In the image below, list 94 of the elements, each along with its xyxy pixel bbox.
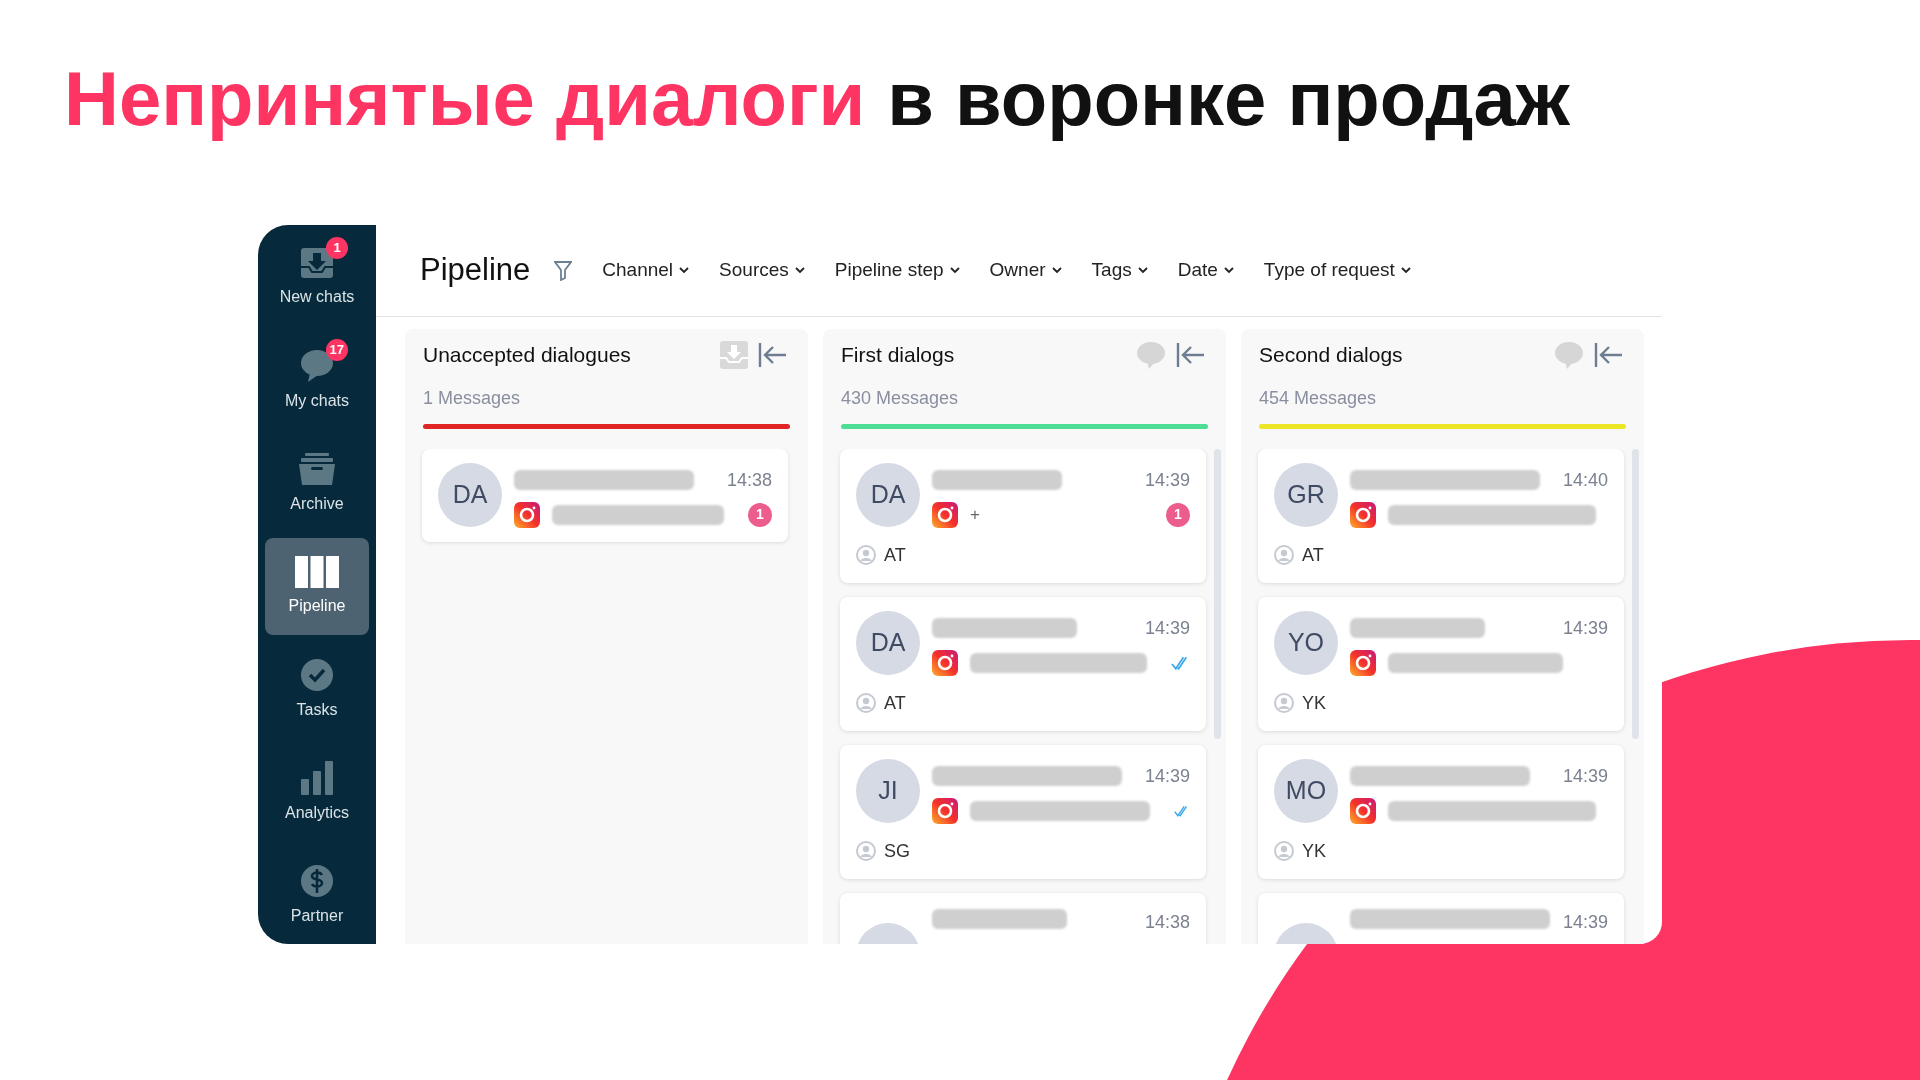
message-count: 1 Messages xyxy=(422,386,522,410)
unread-badge: 1 xyxy=(748,502,772,527)
unread-badge: 1 xyxy=(1166,502,1190,527)
dialog-card[interactable]: 14:39 xyxy=(1258,892,1624,944)
user-icon xyxy=(856,693,876,713)
message-time: 14:39 xyxy=(1144,764,1190,788)
sidebar-item[interactable]: 1 New chats xyxy=(265,229,369,326)
filter-dropdown[interactable]: Tags xyxy=(1091,256,1148,285)
dialog-card[interactable]: 14:38 xyxy=(840,892,1206,944)
filter-dropdown[interactable]: Pipeline step xyxy=(834,256,960,285)
chevron-down-icon xyxy=(679,267,690,274)
assignee-initials: YK xyxy=(1302,839,1326,863)
avatar: JI xyxy=(856,758,920,823)
avatar: YO xyxy=(1274,610,1338,675)
camera-app-icon xyxy=(1350,797,1376,824)
camera-app-icon xyxy=(932,501,958,528)
page-title: Pipeline xyxy=(420,251,531,290)
speech-bubble-icon[interactable] xyxy=(1136,340,1166,369)
sidebar-item[interactable]: Pipeline xyxy=(265,538,369,635)
filter-dropdown[interactable]: Sources xyxy=(719,256,805,285)
inbox-icon xyxy=(300,246,334,279)
avatar: DA xyxy=(856,462,920,527)
dialog-card[interactable]: DA 14:39 + 1 AT xyxy=(840,448,1206,583)
dialog-card[interactable]: DA 14:39 AT xyxy=(840,596,1206,731)
user-icon xyxy=(1274,693,1294,713)
message-time: 14:39 xyxy=(1562,910,1608,934)
chevron-down-icon xyxy=(1137,267,1148,274)
camera-app-icon xyxy=(932,797,958,824)
assignee-initials: YK xyxy=(1302,691,1326,715)
message-time: 14:40 xyxy=(1562,468,1608,492)
filter-dropdown[interactable]: Date xyxy=(1177,256,1234,285)
dialog-card[interactable]: JI 14:39 SG xyxy=(840,744,1206,879)
slide-headline: в воронке продаж xyxy=(887,55,1570,143)
archive-icon xyxy=(298,451,336,486)
avatar: DA xyxy=(856,610,920,675)
chevron-down-icon xyxy=(1400,267,1411,274)
sidebar-item[interactable]: 17 My chats xyxy=(265,332,369,429)
dialog-card[interactable]: GR 14:40 AT xyxy=(1258,448,1624,583)
collapse-left-icon[interactable] xyxy=(1176,341,1206,368)
chevron-down-icon xyxy=(949,267,960,274)
user-icon xyxy=(856,841,876,861)
check-circle-icon xyxy=(300,657,334,692)
inbox-icon[interactable] xyxy=(720,340,748,369)
sidebar-item[interactable]: Partner xyxy=(265,847,369,944)
collapse-left-icon[interactable] xyxy=(758,341,788,368)
assignee-initials: SG xyxy=(884,839,910,863)
message-time: 14:39 xyxy=(1562,616,1608,640)
message-time: 14:39 xyxy=(1144,616,1190,640)
count-badge: 17 xyxy=(325,338,348,361)
column-title: Second dialogs xyxy=(1259,342,1403,368)
column-title: First dialogs xyxy=(841,342,955,368)
avatar: DA xyxy=(438,462,502,527)
assignee-initials: AT xyxy=(884,543,906,567)
dollar-coin-icon xyxy=(300,863,334,898)
filter-dropdown[interactable]: Type of request xyxy=(1263,256,1411,285)
message-time: 14:39 xyxy=(1562,764,1608,788)
message-time: 14:39 xyxy=(1144,468,1190,492)
sidebar-item[interactable]: Archive xyxy=(265,435,369,532)
message-preview: + xyxy=(970,503,980,526)
filter-dropdown[interactable]: Channel xyxy=(602,256,690,285)
avatar: GR xyxy=(1274,462,1338,527)
collapse-left-icon[interactable] xyxy=(1594,341,1624,368)
camera-app-icon xyxy=(1350,649,1376,676)
assignee-initials: AT xyxy=(1302,543,1324,567)
bar-chart-icon xyxy=(301,760,333,795)
message-count: 454 Messages xyxy=(1258,386,1378,410)
user-icon xyxy=(1274,841,1294,861)
chevron-down-icon xyxy=(794,267,805,274)
slide-headline: Непринятые диалоги xyxy=(64,55,866,143)
scrollbar[interactable] xyxy=(1214,448,1221,739)
sidebar-item[interactable]: Analytics xyxy=(265,744,369,841)
sidebar-item[interactable]: Tasks xyxy=(265,641,369,738)
dialog-card[interactable]: YO 14:39 YK xyxy=(1258,596,1624,731)
dialog-card[interactable]: MO 14:39 YK xyxy=(1258,744,1624,879)
filter-dropdown[interactable]: Owner xyxy=(989,256,1062,285)
user-icon xyxy=(856,545,876,565)
speech-bubble-icon[interactable] xyxy=(1554,340,1584,369)
dialog-card[interactable]: DA 14:38 1 xyxy=(422,448,788,542)
chevron-down-icon xyxy=(1223,267,1234,274)
message-count: 430 Messages xyxy=(840,386,960,410)
message-time: 14:38 xyxy=(1144,910,1190,934)
avatar: MO xyxy=(1274,758,1338,823)
filter-icon[interactable] xyxy=(554,260,573,281)
scrollbar[interactable] xyxy=(1632,448,1639,739)
chevron-down-icon xyxy=(1051,267,1062,274)
column-title: Unaccepted dialogues xyxy=(423,342,631,368)
count-badge: 1 xyxy=(326,236,348,259)
camera-app-icon xyxy=(932,649,958,676)
columns-icon xyxy=(295,555,339,588)
camera-app-icon xyxy=(1350,501,1376,528)
assignee-initials: AT xyxy=(884,691,906,715)
user-icon xyxy=(1274,545,1294,565)
message-time: 14:38 xyxy=(726,468,772,492)
camera-app-icon xyxy=(514,501,540,528)
